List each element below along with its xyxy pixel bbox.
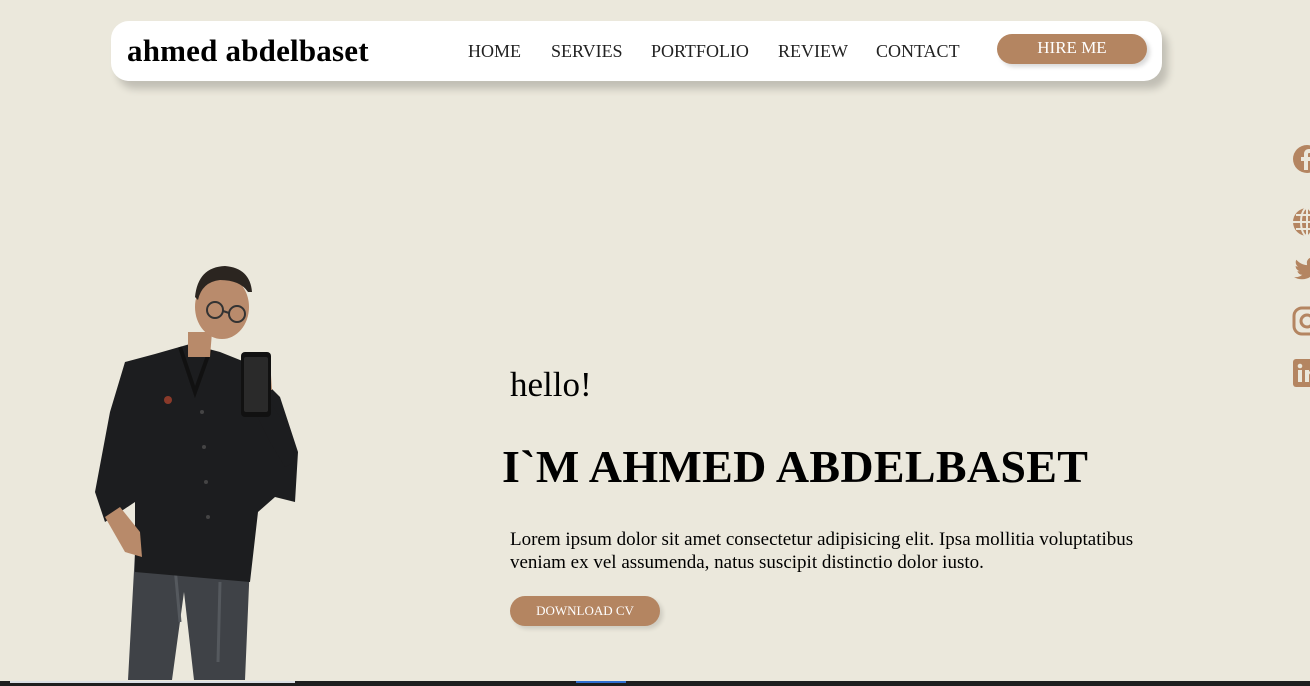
linkedin-icon[interactable] [1292,358,1310,388]
greeting-text: hello! [510,365,592,404]
facebook-icon[interactable] [1292,144,1310,174]
taskbar-segment [10,681,295,683]
navbar: ahmed abdelbaset HOME SERVIES PORTFOLIO … [111,21,1162,81]
instagram-icon[interactable] [1292,306,1310,336]
nav-item-services[interactable]: SERVIES [551,41,623,62]
nav-item-review[interactable]: REVIEW [778,41,848,62]
hire-me-button[interactable]: HIRE ME [997,34,1147,64]
nav-item-contact[interactable]: CONTACT [876,41,960,62]
page: ahmed abdelbaset HOME SERVIES PORTFOLIO … [0,0,1310,686]
hero-description: Lorem ipsum dolor sit amet consectetur a… [510,529,1134,573]
twitter-icon[interactable] [1292,254,1310,284]
nav-item-portfolio[interactable]: PORTFOLIO [651,41,749,62]
download-cv-button[interactable]: DOWNLOAD CV [510,596,660,626]
globe-icon[interactable] [1292,207,1310,237]
taskbar-active-segment [576,681,626,683]
profile-photo [95,266,298,680]
nav-item-home[interactable]: HOME [468,41,521,62]
taskbar-edge [0,681,1310,686]
brand-logo[interactable]: ahmed abdelbaset [127,33,369,69]
hero-headline: I`M AHMED ABDELBASET [502,441,1089,492]
